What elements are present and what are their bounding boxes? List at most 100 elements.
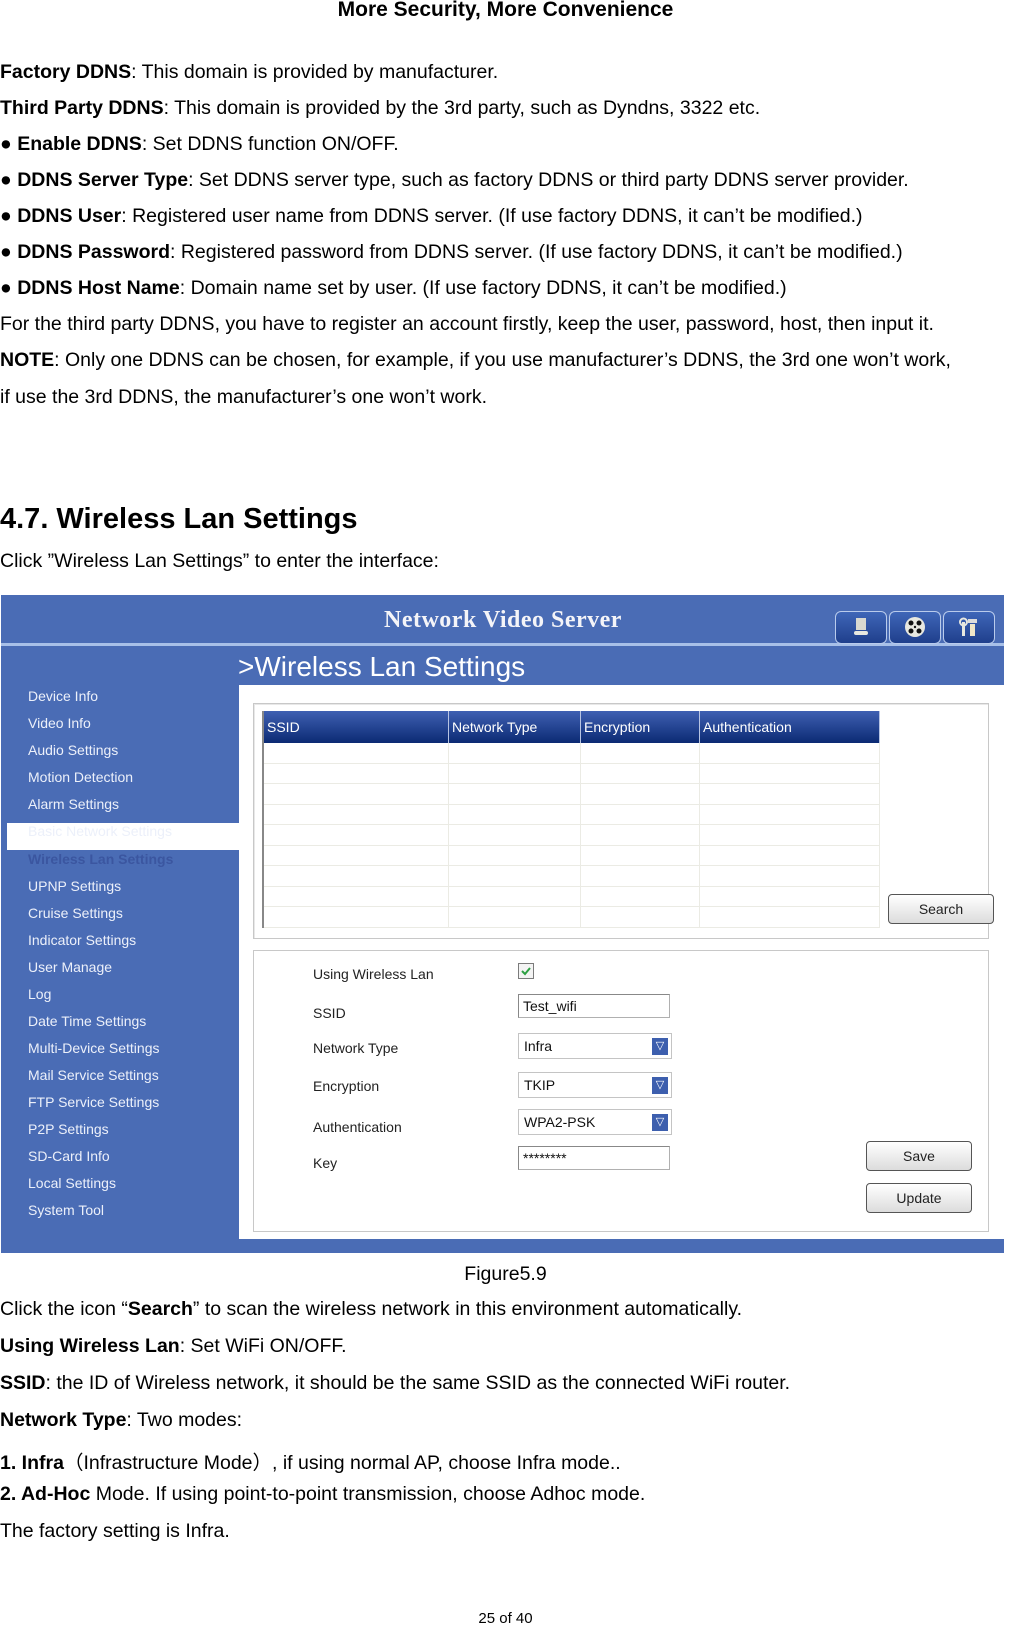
paragraph-search: Click the icon “Search” to scan the wire…: [0, 1298, 743, 1320]
dropdown-arrow-icon[interactable]: ▽: [652, 1038, 668, 1055]
table-row[interactable]: [263, 845, 880, 866]
sidebar-item-local-settings[interactable]: Local Settings: [28, 1175, 116, 1191]
dropdown-arrow-icon[interactable]: ▽: [652, 1077, 668, 1094]
network-type-select[interactable]: Infra ▽: [518, 1033, 672, 1059]
encryption-select[interactable]: TKIP ▽: [518, 1072, 672, 1098]
key-input[interactable]: ********: [518, 1146, 670, 1170]
table-cell: [699, 804, 880, 825]
checkmark-icon: [521, 967, 531, 976]
sidebar-item-sd-card-info[interactable]: SD-Card Info: [28, 1148, 110, 1164]
sidebar-item-p2p-settings[interactable]: P2P Settings: [28, 1121, 109, 1137]
sidebar-nav: Device Info Video Info Audio Settings Mo…: [1, 685, 239, 1239]
table-cell: [580, 845, 700, 866]
playback-button[interactable]: [889, 611, 941, 644]
key-label: Key: [313, 1155, 338, 1171]
paragraph-factory-setting: The factory setting is Infra.: [0, 1520, 230, 1542]
sidebar-item-video-info[interactable]: Video Info: [28, 715, 91, 731]
table-cell: [448, 906, 581, 928]
dropdown-arrow-icon[interactable]: ▽: [652, 1114, 668, 1131]
table-cell: [580, 906, 700, 928]
table-cell: [580, 865, 700, 887]
table-row[interactable]: [263, 865, 880, 887]
save-button[interactable]: Save: [866, 1141, 972, 1171]
paragraph-ssid: SSID: the ID of Wireless network, it sho…: [0, 1372, 791, 1394]
table-cell: [263, 845, 449, 866]
paragraph-adhoc-mode: 2. Ad-Hoc Mode. If using point-to-point …: [0, 1483, 646, 1505]
sidebar-item-upnp-settings[interactable]: UPNP Settings: [28, 878, 121, 894]
paragraph-using-wireless-lan: Using Wireless Lan: Set WiFi ON/OFF.: [0, 1335, 347, 1357]
table-cell: [263, 886, 449, 907]
sidebar-item-ftp-service-settings[interactable]: FTP Service Settings: [28, 1094, 159, 1110]
table-cell: [699, 783, 880, 805]
table-row[interactable]: [263, 906, 880, 928]
playback-reel-icon: [905, 617, 925, 637]
live-view-button[interactable]: [835, 611, 887, 644]
table-cell: [448, 783, 581, 805]
table-row[interactable]: [263, 763, 880, 784]
sidebar-item-cruise-settings[interactable]: Cruise Settings: [28, 905, 123, 921]
column-header-ssid[interactable]: SSID: [263, 711, 449, 743]
table-cell: [699, 886, 880, 907]
paragraph-network-type: Network Type: Two modes:: [0, 1409, 243, 1431]
app-header-bar: Network Video Server: [1, 595, 1004, 646]
paragraph-note: NOTE: Only one DDNS can be chosen, for e…: [0, 349, 951, 371]
paragraph-factory-ddns: Factory DDNS: This domain is provided by…: [0, 61, 499, 83]
table-cell: [263, 865, 449, 887]
table-row[interactable]: [263, 824, 880, 846]
sidebar-item-motion-detection[interactable]: Motion Detection: [28, 769, 133, 785]
table-cell: [448, 743, 581, 764]
settings-tools-icon: [959, 617, 977, 636]
table-cell: [699, 845, 880, 866]
table-row[interactable]: [263, 783, 880, 805]
column-header-encryption[interactable]: Encryption: [580, 711, 700, 743]
paragraph-note-continued: if use the 3rd DDNS, the manufacturer’s …: [0, 386, 488, 408]
authentication-select[interactable]: WPA2-PSK ▽: [518, 1109, 672, 1135]
table-cell: [263, 906, 449, 928]
table-cell: [448, 804, 581, 825]
update-button[interactable]: Update: [866, 1183, 972, 1213]
table-row[interactable]: [263, 804, 880, 825]
sidebar-item-multi-device-settings[interactable]: Multi-Device Settings: [28, 1040, 160, 1056]
sidebar-item-user-manage[interactable]: User Manage: [28, 959, 112, 975]
table-cell: [580, 763, 700, 784]
sidebar-item-date-time-settings[interactable]: Date Time Settings: [28, 1013, 146, 1029]
settings-button[interactable]: [943, 611, 995, 644]
table-cell: [580, 824, 700, 846]
bullet-ddns-server-type: ● DDNS Server Type: Set DDNS server type…: [0, 169, 909, 191]
sidebar-item-basic-network-settings[interactable]: Basic Network Settings: [28, 823, 172, 839]
table-row[interactable]: [263, 743, 880, 764]
search-button[interactable]: Search: [888, 894, 994, 924]
ssid-input[interactable]: Test_wifi: [518, 994, 670, 1018]
live-view-icon: [854, 618, 868, 635]
network-type-value: Infra: [524, 1038, 553, 1054]
sidebar-item-indicator-settings[interactable]: Indicator Settings: [28, 932, 136, 948]
sidebar-item-alarm-settings[interactable]: Alarm Settings: [28, 796, 119, 812]
column-header-network-type[interactable]: Network Type: [448, 711, 581, 743]
table-cell: [699, 763, 880, 784]
column-header-authentication[interactable]: Authentication: [699, 711, 880, 743]
table-cell: [448, 886, 581, 907]
sidebar-item-device-info[interactable]: Device Info: [28, 688, 98, 704]
table-cell: [448, 845, 581, 866]
sidebar-item-mail-service-settings[interactable]: Mail Service Settings: [28, 1067, 159, 1083]
table-cell: [448, 763, 581, 784]
table-cell: [699, 906, 880, 928]
paragraph-third-party-note: For the third party DDNS, you have to re…: [0, 313, 934, 335]
wireless-network-table: SSID Network Type Encryption Authenticat…: [262, 711, 880, 928]
table-cell: [448, 865, 581, 887]
bullet-enable-ddns: ● Enable DDNS: Set DDNS function ON/OFF.: [0, 133, 399, 155]
table-cell: [580, 804, 700, 825]
document-header: More Security, More Convenience: [337, 0, 674, 21]
sidebar-item-log[interactable]: Log: [28, 986, 51, 1002]
table-cell: [580, 743, 700, 764]
table-cell: [263, 783, 449, 805]
sidebar-item-system-tool[interactable]: System Tool: [28, 1202, 104, 1218]
figure-caption: Figure5.9: [464, 1263, 547, 1285]
sidebar-item-audio-settings[interactable]: Audio Settings: [28, 742, 118, 758]
sidebar-item-wireless-lan-settings[interactable]: Wireless Lan Settings: [28, 851, 173, 867]
using-wireless-lan-checkbox[interactable]: [518, 963, 534, 979]
table-cell: [580, 783, 700, 805]
table-row[interactable]: [263, 886, 880, 907]
paragraph-third-party-ddns: Third Party DDNS: This domain is provide…: [0, 97, 761, 119]
using-wireless-lan-label: Using Wireless Lan: [313, 966, 434, 982]
